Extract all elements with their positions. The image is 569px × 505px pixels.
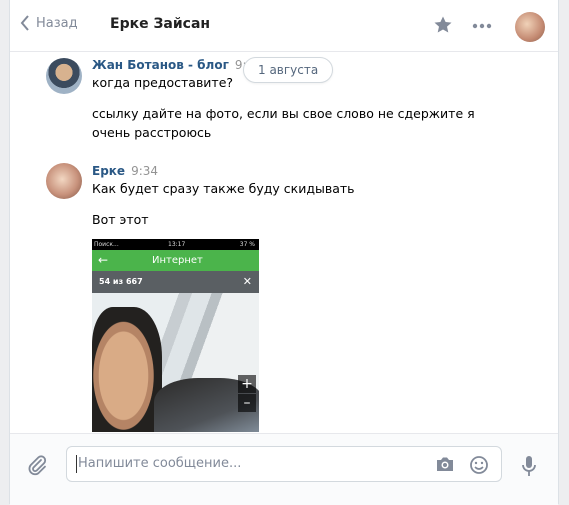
- phone-status-bar: Поиск... 13:17 37 %: [92, 239, 259, 250]
- back-label: Назад: [36, 15, 78, 31]
- selfie-photo: + –: [92, 293, 259, 432]
- message-input-placeholder: Напишите сообщение...: [78, 456, 242, 471]
- photo-attachment[interactable]: Поиск... 13:17 37 % ← Интернет 54 из 667…: [92, 239, 259, 432]
- avatar[interactable]: [46, 58, 82, 94]
- message-composer: Напишите сообщение...: [10, 433, 558, 505]
- chevron-left-icon: [20, 15, 29, 31]
- message-text: когда предоставите?: [92, 75, 234, 90]
- camera-icon[interactable]: [435, 455, 455, 473]
- back-button[interactable]: Назад: [20, 15, 78, 31]
- avatar[interactable]: [46, 163, 82, 199]
- more-icon[interactable]: [472, 23, 492, 29]
- microphone-icon[interactable]: [521, 455, 537, 477]
- text-caret: [76, 455, 77, 473]
- star-icon[interactable]: [433, 15, 453, 35]
- message-input[interactable]: Напишите сообщение...: [66, 446, 502, 482]
- message-text: Как будет сразу также буду скидывать: [92, 181, 355, 196]
- smile-icon[interactable]: [469, 455, 489, 475]
- message-author[interactable]: Жан Ботанов - блог9:33: [92, 58, 262, 72]
- chat-window: Назад Ерке Зайсан Жан Ботанов - блог9:33…: [9, 0, 559, 505]
- avatar[interactable]: [515, 12, 545, 42]
- phone-app-bar: ← Интернет: [92, 250, 259, 271]
- message-text: очень расстроюсь: [92, 125, 212, 140]
- arrow-left-icon: ←: [98, 253, 109, 267]
- date-badge: 1 августа: [243, 57, 334, 83]
- zoom-in-icon: +: [238, 375, 256, 393]
- message-text: Вот этот: [92, 212, 149, 227]
- chat-header: Назад Ерке Зайсан: [10, 0, 558, 52]
- chat-title: Ерке Зайсан: [110, 16, 211, 32]
- message-text: ссылку дайте на фото, если вы свое слово…: [92, 106, 475, 121]
- phone-photo-counter: 54 из 667 ✕: [92, 271, 259, 293]
- message-author[interactable]: Ерке 9:34: [92, 164, 158, 178]
- person-face: [92, 307, 162, 432]
- zoom-out-icon: –: [238, 394, 256, 412]
- close-icon: ✕: [242, 275, 252, 288]
- message-time: 9:34: [131, 164, 159, 178]
- paperclip-icon[interactable]: [26, 454, 48, 476]
